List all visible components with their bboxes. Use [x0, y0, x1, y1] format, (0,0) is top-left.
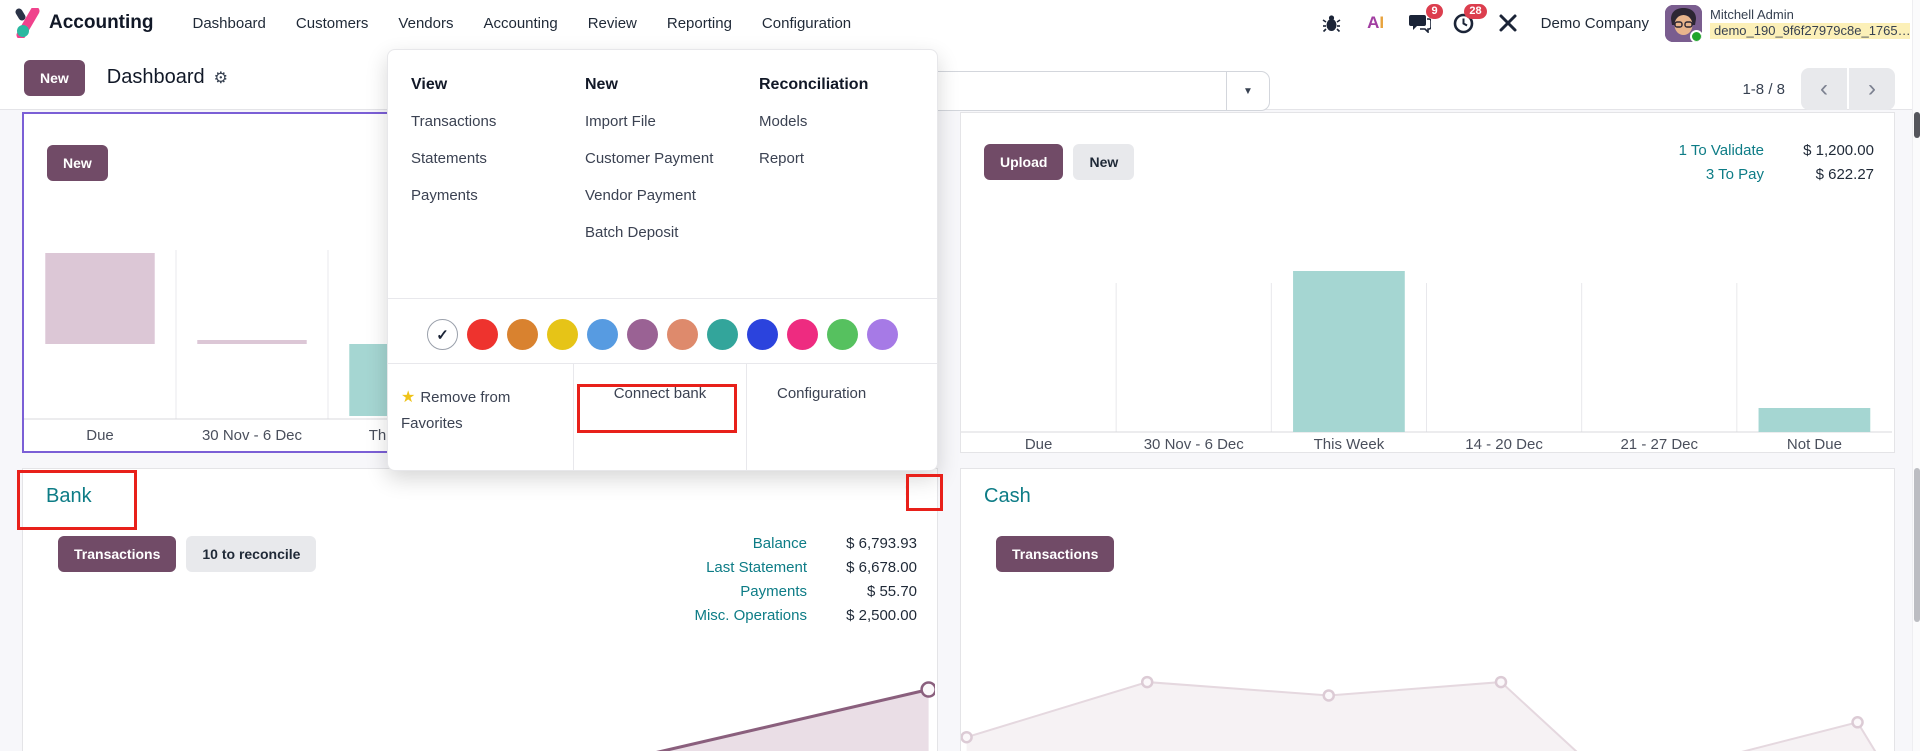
- swatch-color-2[interactable]: [507, 319, 538, 350]
- remove-from-favorites-item[interactable]: ★ Remove from Favorites: [388, 363, 573, 470]
- control-bar: New Dashboard ⚙ ▼ 1-8 / 8 ‹ ›: [0, 46, 1920, 111]
- app-switcher[interactable]: Accounting: [14, 8, 154, 38]
- messages-badge: 9: [1426, 4, 1443, 19]
- connect-bank-item[interactable]: Connect bank: [573, 363, 746, 470]
- ai-icon[interactable]: AI: [1359, 8, 1393, 38]
- navbar-right: AI 9 28 Demo Company Mitchell Admin demo…: [1315, 4, 1910, 42]
- bank-journal-card: Bank ⋮ Transactions 10 to reconcile Bala…: [22, 468, 938, 751]
- swatch-color-4[interactable]: [587, 319, 618, 350]
- svg-text:30 Nov - 6 Dec: 30 Nov - 6 Dec: [1144, 436, 1245, 452]
- svg-text:21 - 27 Dec: 21 - 27 Dec: [1620, 436, 1698, 452]
- dropdown-column-view: View Transactions Statements Payments: [411, 76, 585, 259]
- odoo-accounting-dashboard: Accounting Dashboard Customers Vendors Acco…: [0, 0, 1920, 751]
- nav-item-dashboard[interactable]: Dashboard: [180, 8, 279, 39]
- nav-item-accounting[interactable]: Accounting: [470, 8, 570, 39]
- nav-item-reporting[interactable]: Reporting: [654, 8, 745, 39]
- pager-previous-button[interactable]: ‹: [1801, 68, 1847, 110]
- dropdown-column-reconciliation: Reconciliation Models Report: [759, 76, 933, 259]
- accounting-app-icon: [14, 8, 40, 38]
- menu-item-models[interactable]: Models: [759, 111, 909, 133]
- swatch-color-6[interactable]: [667, 319, 698, 350]
- color-swatch-row: ✓: [388, 319, 937, 350]
- menu-item-report[interactable]: Report: [759, 148, 909, 170]
- messages-icon[interactable]: 9: [1403, 4, 1443, 38]
- nav-item-configuration[interactable]: Configuration: [749, 8, 864, 39]
- dropdown-divider: [388, 298, 937, 299]
- scrollbar-thumb[interactable]: [1914, 468, 1920, 622]
- pager-next-button[interactable]: ›: [1849, 68, 1895, 110]
- svg-text:14 - 20 Dec: 14 - 20 Dec: [1465, 436, 1543, 452]
- menu-item-batch-deposit[interactable]: Batch Deposit: [585, 222, 735, 244]
- gear-icon[interactable]: ⚙: [214, 68, 228, 88]
- nav-item-customers[interactable]: Customers: [283, 8, 382, 39]
- svg-text:Not Due: Not Due: [1787, 436, 1842, 452]
- svg-text:Due: Due: [1025, 436, 1053, 452]
- swatch-color-5[interactable]: [627, 319, 658, 350]
- swatch-none-check[interactable]: ✓: [427, 319, 458, 350]
- swatch-color-1[interactable]: [467, 319, 498, 350]
- dropdown-header-view: View: [411, 76, 448, 93]
- menu-item-customer-payment[interactable]: Customer Payment: [585, 148, 735, 170]
- favorite-star-icon: ★: [401, 389, 416, 406]
- company-selector[interactable]: Demo Company: [1535, 15, 1655, 32]
- dropdown-header-new: New: [585, 76, 618, 93]
- menu-item-import-file[interactable]: Import File: [585, 111, 735, 133]
- dropdown-header-reconciliation: Reconciliation: [759, 76, 869, 93]
- swatch-color-7[interactable]: [707, 319, 738, 350]
- vertical-scrollbar[interactable]: [1912, 0, 1920, 751]
- swatch-color-11[interactable]: [867, 319, 898, 350]
- online-status-dot: [1690, 29, 1702, 42]
- cash-trend-chart: [961, 675, 1877, 751]
- pager-range: 1-8 / 8: [1742, 80, 1785, 98]
- user-name: Mitchell Admin: [1710, 6, 1794, 22]
- menu-item-vendor-payment[interactable]: Vendor Payment: [585, 185, 735, 207]
- search-dropdown-toggle[interactable]: ▼: [1226, 72, 1269, 110]
- menu-item-transactions[interactable]: Transactions: [411, 111, 561, 133]
- bill-forecast-chart: Due 30 Nov - 6 Dec This Week 14 - 20 Dec 21 …: [961, 271, 1892, 452]
- swatch-color-8[interactable]: [747, 319, 778, 350]
- vendor-bills-card: Upload New 1 To Validate $ 1,200.00 3 To P…: [960, 112, 1895, 453]
- svg-text:30 Nov - 6 Dec: 30 Nov - 6 Dec: [202, 427, 303, 444]
- dashboard-content: New Due30 Nov - 6 DecThis Week14 - 20 De…: [0, 110, 1920, 751]
- menu-item-statements[interactable]: Statements: [411, 148, 561, 170]
- user-menu[interactable]: Mitchell Admin demo_190_9f6f27979c8e_176…: [1665, 4, 1910, 42]
- activities-badge: 28: [1464, 4, 1487, 19]
- new-button[interactable]: New: [24, 59, 85, 96]
- bank-balance-chart: [656, 681, 935, 751]
- configuration-item[interactable]: Configuration: [746, 363, 937, 470]
- dropdown-columns: View Transactions Statements Payments New Imp…: [388, 50, 937, 259]
- pager: 1-8 / 8 ‹ ›: [1742, 68, 1895, 110]
- svg-text:Due: Due: [86, 427, 114, 444]
- page-title: Dashboard: [106, 66, 205, 88]
- menu-item-payments[interactable]: Payments: [411, 185, 561, 207]
- app-name: Accounting: [49, 12, 154, 33]
- database-name: demo_190_9f6f27979c8e_1765…: [1710, 22, 1910, 39]
- tools-icon[interactable]: [1491, 8, 1525, 38]
- nav-item-review[interactable]: Review: [575, 8, 650, 39]
- nav-item-vendors[interactable]: Vendors: [385, 8, 466, 39]
- swatch-color-3[interactable]: [547, 319, 578, 350]
- swatch-color-10[interactable]: [827, 319, 858, 350]
- swatch-color-9[interactable]: [787, 319, 818, 350]
- nav-menus: Dashboard Customers Vendors Accounting Revie…: [180, 8, 865, 39]
- dropdown-column-new: New Import File Customer Payment Vendor Pay…: [585, 76, 759, 259]
- debug-bug-icon[interactable]: [1315, 8, 1349, 38]
- avatar: [1665, 4, 1702, 42]
- activities-clock-icon[interactable]: 28: [1447, 4, 1487, 38]
- scrollbar-thumb[interactable]: [1914, 112, 1920, 138]
- cash-journal-card: Cash Transactions: [960, 468, 1895, 751]
- svg-text:This Week: This Week: [1314, 436, 1385, 452]
- bank-card-dropdown-menu: View Transactions Statements Payments New Imp…: [387, 49, 938, 471]
- top-navbar: Accounting Dashboard Customers Vendors Acco…: [0, 0, 1920, 46]
